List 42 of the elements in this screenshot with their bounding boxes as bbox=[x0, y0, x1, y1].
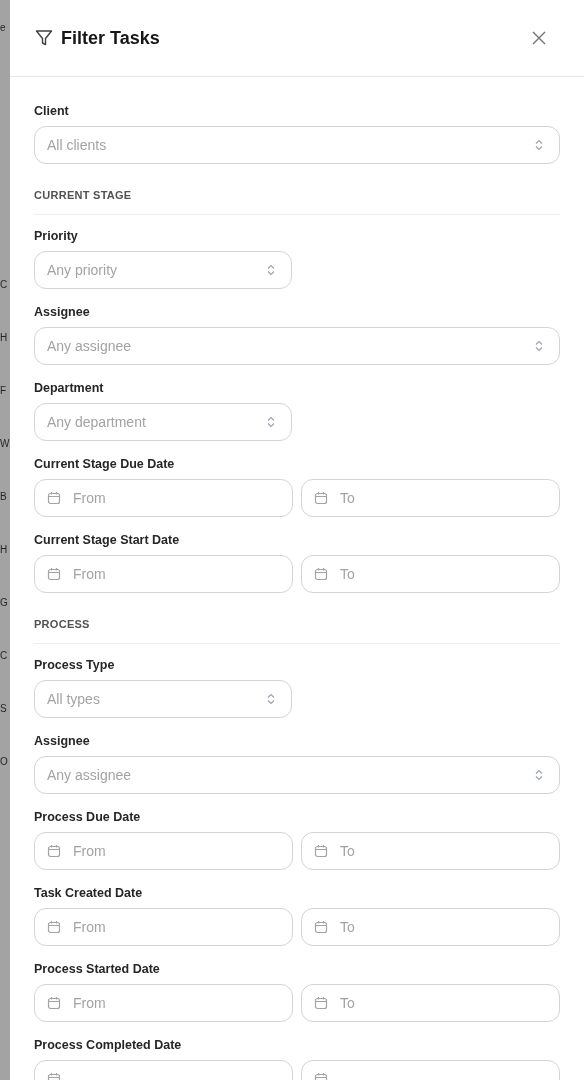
field-label: Assignee bbox=[34, 304, 91, 320]
date-field[interactable]: To bbox=[301, 555, 560, 593]
field-label: Current Stage Due Date bbox=[34, 456, 176, 472]
select-field[interactable]: Any assignee bbox=[34, 756, 560, 794]
row-text: F bbox=[0, 384, 8, 398]
field-label: Process Started Date bbox=[34, 961, 161, 977]
date-field[interactable]: From bbox=[34, 832, 293, 870]
section-heading: CURRENT STAGE bbox=[34, 189, 132, 201]
row-text: S bbox=[0, 702, 8, 716]
date-field[interactable]: To bbox=[301, 832, 560, 870]
select-field[interactable]: Any priority bbox=[34, 251, 292, 289]
date-field[interactable]: To bbox=[301, 984, 560, 1022]
field-label: Task Created Date bbox=[34, 885, 144, 901]
date-field[interactable]: From bbox=[34, 555, 293, 593]
field-label: Priority bbox=[34, 228, 79, 244]
field-label: Process Due Date bbox=[34, 809, 142, 825]
field-label: Department bbox=[34, 380, 105, 396]
select-field[interactable]: All clients bbox=[34, 126, 560, 164]
field-label: Process Type bbox=[34, 657, 116, 673]
section-heading: PROCESS bbox=[34, 618, 90, 630]
field-label: Process Completed Date bbox=[34, 1037, 183, 1053]
select-field[interactable]: Any department bbox=[34, 403, 292, 441]
field-label: Assignee bbox=[34, 733, 91, 749]
date-field[interactable]: To bbox=[301, 479, 560, 517]
field-label: Current Stage Start Date bbox=[34, 532, 181, 548]
date-field[interactable]: From bbox=[34, 908, 293, 946]
row-text: O bbox=[0, 755, 9, 769]
row-text: C bbox=[0, 278, 9, 292]
panel-title: Filter Tasks bbox=[61, 26, 160, 50]
date-field[interactable]: From bbox=[34, 984, 293, 1022]
row-text: C bbox=[0, 649, 9, 663]
row-text: G bbox=[0, 596, 9, 610]
row-text: H bbox=[0, 543, 9, 557]
row-text: B bbox=[0, 490, 8, 504]
row-text: W bbox=[0, 437, 10, 451]
select-field[interactable]: Any assignee bbox=[34, 327, 560, 365]
date-field[interactable]: To bbox=[301, 908, 560, 946]
field-label: Client bbox=[34, 103, 70, 119]
date-field[interactable]: From bbox=[34, 479, 293, 517]
row-text: e bbox=[0, 21, 7, 35]
row-text: H bbox=[0, 331, 9, 345]
select-field[interactable]: All types bbox=[34, 680, 292, 718]
